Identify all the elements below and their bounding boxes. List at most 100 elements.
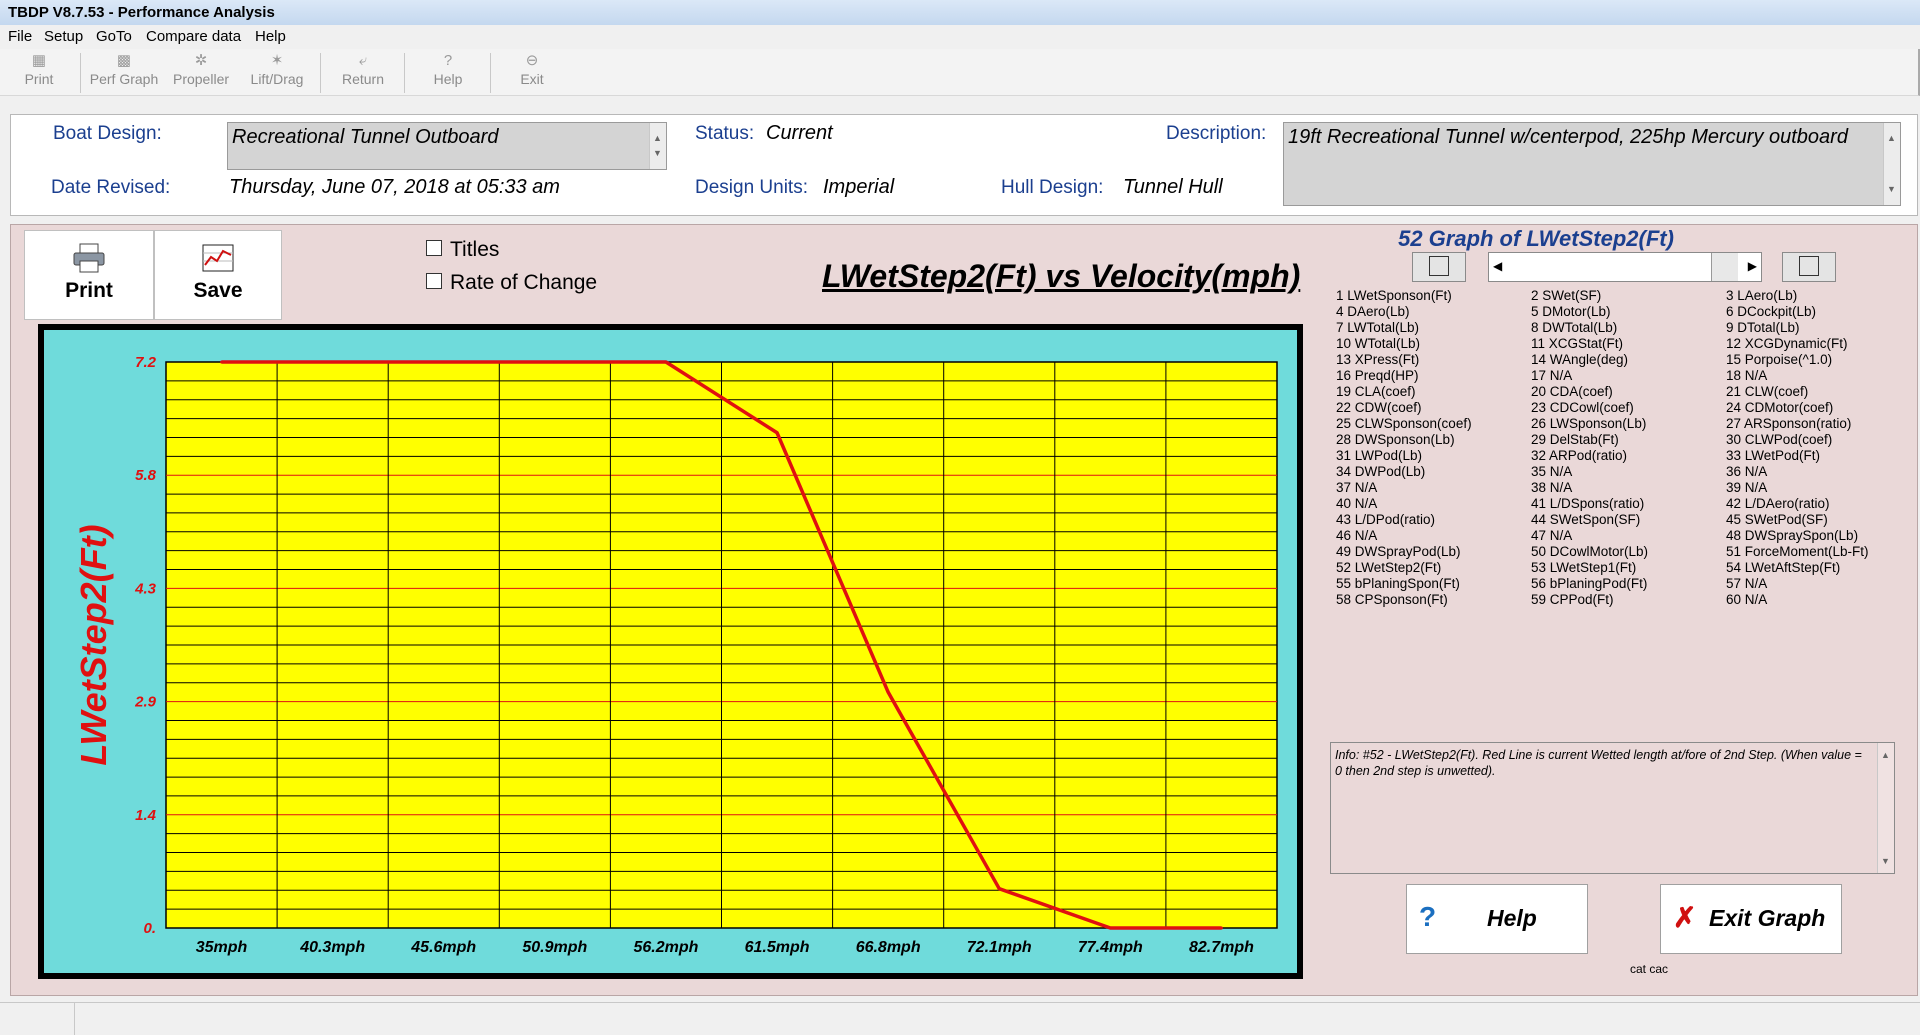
scroll-up-icon[interactable]: ▲ (1881, 747, 1890, 763)
boat-design-field[interactable]: Recreational Tunnel Outboard ▲ ▼ (227, 122, 667, 170)
graph-option-item[interactable]: 22 CDW(coef) (1336, 400, 1422, 415)
scrollbar-thumb[interactable] (1711, 253, 1738, 281)
help-button[interactable]: ? Help (1406, 884, 1588, 954)
data-point (1108, 926, 1112, 930)
toolbar-propeller-button[interactable]: ✲ Propeller (166, 51, 236, 93)
toolbar-exit-button[interactable]: ⊖ Exit (502, 51, 562, 93)
graph-option-item[interactable]: 37 N/A (1336, 480, 1377, 495)
graph-option-item[interactable]: 30 CLWPod(coef) (1726, 432, 1832, 447)
graph-option-item[interactable]: 5 DMotor(Lb) (1531, 304, 1611, 319)
graph-option-item[interactable]: 39 N/A (1726, 480, 1767, 495)
menu-setup[interactable]: Setup (44, 28, 83, 45)
scroll-down-icon[interactable]: ▼ (1887, 178, 1896, 201)
titles-checkbox[interactable]: Titles (426, 238, 499, 262)
graph-option-item[interactable]: 36 N/A (1726, 464, 1767, 479)
menu-file[interactable]: File (8, 28, 32, 45)
graph-option-item[interactable]: 10 WTotal(Lb) (1336, 336, 1420, 351)
graph-option-item[interactable]: 43 L/DPod(ratio) (1336, 512, 1435, 527)
graph-option-item[interactable]: 50 DCowlMotor(Lb) (1531, 544, 1648, 559)
graph-option-item[interactable]: 19 CLA(coef) (1336, 384, 1416, 399)
toolbar-lift-drag-button[interactable]: ✶ Lift/Drag (242, 51, 312, 93)
graph-option-item[interactable]: 26 LWSponson(Lb) (1531, 416, 1646, 431)
graph-option-item[interactable]: 34 DWPod(Lb) (1336, 464, 1425, 479)
graph-option-item[interactable]: 14 WAngle(deg) (1531, 352, 1628, 367)
boat-design-scrollbar[interactable]: ▲ ▼ (649, 123, 666, 169)
graph-option-item[interactable]: 6 DCockpit(Lb) (1726, 304, 1816, 319)
toolbar-return-button[interactable]: ⤶ Return (330, 51, 396, 93)
graph-option-item[interactable]: 55 bPlaningSpon(Ft) (1336, 576, 1460, 591)
toolbar-perf-graph-button[interactable]: ▩ Perf Graph (86, 51, 162, 93)
graph-option-item[interactable]: 25 CLWSponson(coef) (1336, 416, 1472, 431)
graph-option-item[interactable]: 42 L/DAero(ratio) (1726, 496, 1830, 511)
graph-option-item[interactable]: 21 CLW(coef) (1726, 384, 1808, 399)
graph-option-item[interactable]: 1 LWetSponson(Ft) (1336, 288, 1452, 303)
scroll-left-icon[interactable]: ◀ (1493, 259, 1502, 273)
graph-option-item[interactable]: 29 DelStab(Ft) (1531, 432, 1619, 447)
graph-option-item[interactable]: 4 DAero(Lb) (1336, 304, 1410, 319)
graph-option-item[interactable]: 31 LWPod(Lb) (1336, 448, 1422, 463)
menu-help[interactable]: Help (255, 28, 286, 45)
info-scrollbar[interactable]: ▲ ▼ (1877, 743, 1894, 873)
graph-option-item[interactable]: 28 DWSponson(Lb) (1336, 432, 1455, 447)
graph-option-item[interactable]: 47 N/A (1531, 528, 1572, 543)
graph-option-item[interactable]: 13 XPress(Ft) (1336, 352, 1419, 367)
graph-option-item[interactable]: 48 DWSpraySpon(Lb) (1726, 528, 1858, 543)
graph-option-item[interactable]: 59 CPPod(Ft) (1531, 592, 1614, 607)
graph-option-item[interactable]: 32 ARPod(ratio) (1531, 448, 1627, 463)
menu-compare-data[interactable]: Compare data (146, 28, 241, 45)
scroll-down-icon[interactable]: ▼ (1881, 853, 1890, 869)
description-scrollbar[interactable]: ▲ ▼ (1883, 123, 1900, 205)
menu-goto[interactable]: GoTo (96, 28, 132, 45)
graph-option-item[interactable]: 53 LWetStep1(Ft) (1531, 560, 1636, 575)
graph-option-item[interactable]: 23 CDCowl(coef) (1531, 400, 1634, 415)
graph-option-item[interactable]: 8 DWTotal(Lb) (1531, 320, 1617, 335)
graph-option-item[interactable]: 54 LWetAftStep(Ft) (1726, 560, 1840, 575)
graph-selection-scrollbar[interactable]: ◀ ▶ (1488, 252, 1762, 282)
graph-option-item[interactable]: 35 N/A (1531, 464, 1572, 479)
graph-option-item[interactable]: 41 L/DSpons(ratio) (1531, 496, 1644, 511)
graph-option-item[interactable]: 45 SWetPod(SF) (1726, 512, 1828, 527)
graph-option-item[interactable]: 16 Preqd(HP) (1336, 368, 1419, 383)
first-record-button[interactable] (1412, 252, 1466, 282)
graph-option-item[interactable]: 56 bPlaningPod(Ft) (1531, 576, 1647, 591)
y-tick-label: 1.4 (135, 807, 157, 824)
graph-option-item[interactable]: 20 CDA(coef) (1531, 384, 1613, 399)
graph-option-item[interactable]: 38 N/A (1531, 480, 1572, 495)
graph-option-item[interactable]: 33 LWetPod(Ft) (1726, 448, 1820, 463)
graph-option-item[interactable]: 7 LWTotal(Lb) (1336, 320, 1419, 335)
scroll-right-icon[interactable]: ▶ (1748, 259, 1757, 273)
graph-option-item[interactable]: 17 N/A (1531, 368, 1572, 383)
graph-option-item[interactable]: 11 XCGStat(Ft) (1531, 336, 1623, 351)
save-graph-button[interactable]: Save (154, 230, 282, 320)
graph-option-item[interactable]: 18 N/A (1726, 368, 1767, 383)
graph-option-item[interactable]: 44 SWetSpon(SF) (1531, 512, 1640, 527)
scroll-up-icon[interactable]: ▲ (1887, 127, 1896, 150)
graph-option-item[interactable]: 46 N/A (1336, 528, 1377, 543)
graph-option-item[interactable]: 51 ForceMoment(Lb-Ft) (1726, 544, 1869, 559)
toolbar-print-button[interactable]: ▦ Print (10, 51, 68, 93)
graph-option-item[interactable]: 15 Porpoise(^1.0) (1726, 352, 1832, 367)
graph-option-item[interactable]: 52 LWetStep2(Ft) (1336, 560, 1441, 575)
rate-of-change-checkbox-box[interactable] (426, 273, 442, 290)
titles-checkbox-box[interactable] (426, 240, 442, 257)
graph-option-item[interactable]: 9 DTotal(Lb) (1726, 320, 1800, 335)
scroll-down-icon[interactable]: ▼ (653, 142, 662, 165)
toolbar-help-button[interactable]: ? Help (418, 51, 478, 93)
graph-option-item[interactable]: 60 N/A (1726, 592, 1767, 607)
last-record-button[interactable] (1782, 252, 1836, 282)
graph-option-item[interactable]: 58 CPSponson(Ft) (1336, 592, 1448, 607)
toolbar-print-label: Print (24, 71, 54, 87)
graph-option-item[interactable]: 40 N/A (1336, 496, 1377, 511)
description-field[interactable]: 19ft Recreational Tunnel w/centerpod, 22… (1283, 122, 1901, 206)
graph-option-item[interactable]: 12 XCGDynamic(Ft) (1726, 336, 1848, 351)
graph-option-item[interactable]: 57 N/A (1726, 576, 1767, 591)
graph-option-item[interactable]: 2 SWet(SF) (1531, 288, 1601, 303)
graph-option-item[interactable]: 49 DWSprayPod(Lb) (1336, 544, 1461, 559)
graph-option-item[interactable]: 3 LAero(Lb) (1726, 288, 1797, 303)
print-graph-button[interactable]: Print (24, 230, 154, 320)
rate-of-change-checkbox[interactable]: Rate of Change (426, 271, 597, 295)
graph-option-item[interactable]: 27 ARSponson(ratio) (1726, 416, 1851, 431)
data-point (997, 887, 1001, 891)
exit-graph-button[interactable]: ✗ Exit Graph (1660, 884, 1842, 954)
graph-option-item[interactable]: 24 CDMotor(coef) (1726, 400, 1833, 415)
